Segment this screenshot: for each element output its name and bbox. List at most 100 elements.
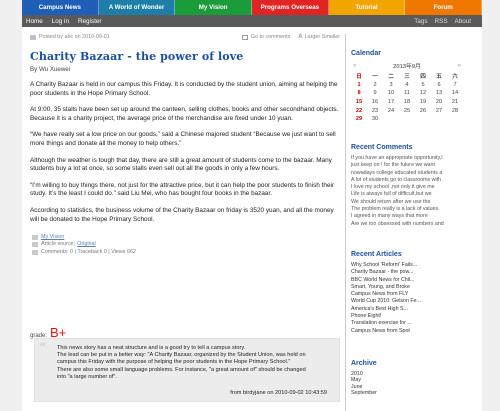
calendar-day[interactable]: 13 [431,89,447,98]
calendar-day[interactable]: 6 [431,81,447,90]
posted-by: Posted by abc on 2010-09-01 [39,34,110,40]
post-source-info: My Vision Article source: Original Comme… [30,234,340,256]
archive-list: 2010 May June September [351,371,377,397]
print-icon[interactable] [241,34,248,40]
calendar-day[interactable]: 12 [415,89,431,98]
post-title[interactable]: Charity Bazaar - the power of love [30,50,340,63]
recent-comment-link[interactable]: I love my school ,not only it give me [351,184,444,191]
calendar-day[interactable]: 15 [351,98,367,107]
calendar-day[interactable]: 10 [383,89,399,98]
calendar-day[interactable]: 14 [447,89,463,98]
category-link[interactable]: My Vision [41,234,64,241]
top-nav-tab[interactable]: Forum [405,0,482,15]
recent-comment-link[interactable]: If you have an appropriate opportunity,I [351,155,444,162]
nav-rss-link[interactable]: RSS [435,18,448,25]
recent-article-link[interactable]: Why School 'Reform' Fails... [351,262,421,269]
recent-article-link[interactable]: BBC World News for Chil... [351,277,421,284]
recent-article-link[interactable]: Campus News from Spot [351,328,421,335]
calendar-next-button[interactable]: » [458,63,461,69]
category-icon [32,235,38,241]
calendar-day[interactable]: 5 [415,81,431,90]
recent-article-link[interactable]: Smart, Young, and Broke [351,284,421,291]
calendar-day[interactable]: 17 [383,98,399,107]
recent-comment-link[interactable]: I agreed in many ways that more [351,213,444,220]
goto-comments-link[interactable]: Go to comments [251,34,291,40]
top-nav-tab[interactable]: A World of Wonder [98,0,176,15]
nav-tags-link[interactable]: Tags [414,18,427,25]
calendar-day[interactable]: 28 [447,106,463,115]
comment-line: The lead can be put in a better way: "A … [57,352,306,359]
calendar-day [415,115,431,124]
calendar-day[interactable]: 19 [415,98,431,107]
calendar-day[interactable]: 16 [367,98,383,107]
recent-articles-list: Why School 'Reform' Fails... Charity Baza… [351,262,421,335]
calendar-weekday: 日 [356,74,362,81]
calendar-weekday: 二 [388,74,394,81]
nav-register-link[interactable]: Register [78,18,101,25]
post-stats: Comments: 0 | Traceback 0 | Views 662 [41,248,136,255]
calendar-day[interactable]: 7 [447,81,463,90]
top-nav-tab[interactable]: Tutorial [328,0,406,15]
calendar-day [399,115,415,124]
calendar-day[interactable]: 27 [431,106,447,115]
calendar-day[interactable]: 20 [431,98,447,107]
main-content: Posted by abc on 2010-09-01 Go to commen… [30,34,340,402]
recent-comments-section: Recent Comments If you have an appropria… [351,144,444,228]
calendar-weekday: 一 [372,74,378,81]
nav-home-link[interactable]: Home [26,18,43,25]
calendar-day[interactable]: 24 [383,106,399,115]
recent-comment-link[interactable]: We should return after we use the [351,199,444,206]
post-body: A Charity Bazaar is held in our campus t… [30,81,340,224]
recent-article-link[interactable]: Translation exercise for ... [351,320,421,327]
calendar-day[interactable]: 21 [447,98,463,107]
calendar-day[interactable]: 8 [351,89,367,98]
calendar-day[interactable]: 9 [367,89,383,98]
post-meta: Posted by abc on 2010-09-01 Go to commen… [30,34,340,44]
calendar-day[interactable]: 22 [351,106,367,115]
recent-comment-link[interactable]: nowadays college educated students a [351,170,444,177]
calendar-heading: Calendar [351,50,381,57]
calendar-weekday: 四 [420,74,426,81]
recent-comment-link[interactable]: A lot of students go to classrooms with [351,177,444,184]
top-nav-tab[interactable]: Campus News [22,0,99,15]
recent-comment-link[interactable]: The problem really is a lack of values. [351,206,444,213]
top-nav: Campus News A World of Wonder My Vision Pro… [22,0,482,15]
paragraph: “I’m willing to buy things there, not ju… [30,181,335,198]
calendar-day[interactable]: 4 [399,81,415,90]
recent-article-link[interactable]: Charity Bazaar - the pow... [351,269,421,276]
article-source-link[interactable]: Original [77,241,96,248]
calendar-day[interactable]: 1 [351,81,367,90]
recent-article-link[interactable]: America's Best High S... [351,306,421,313]
recent-comment-link[interactable]: just keep on ! for the future we want [351,162,444,169]
nav-about-link[interactable]: About [455,18,471,25]
recent-articles-section: Recent Articles Why School 'Reform' Fail… [351,251,421,335]
top-nav-tab[interactable]: My Vision [175,0,253,15]
nav-login-link[interactable]: Log in [52,18,69,25]
recent-article-link[interactable]: World Cup 2010: Gelson Fe... [351,298,421,305]
calendar-day[interactable]: 25 [399,106,415,115]
recent-article-link[interactable]: Phone Eight! [351,313,421,320]
paragraph: Although the weather is tough that day, … [30,156,332,173]
recent-comments-heading: Recent Comments [351,144,413,151]
paragraph: According to statistics, the business vo… [30,206,334,223]
calendar-prev-button[interactable]: « [353,63,356,69]
font-size-controls[interactable]: Larger Smaller [305,34,340,40]
recent-article-link[interactable]: Campus News from FLY [351,291,421,298]
calendar-day[interactable]: 29 [351,115,367,124]
calendar-day[interactable]: 11 [399,89,415,98]
calendar-month: 2013年9月 [393,64,421,70]
recent-comment-link[interactable]: Life is always full of difficult,but we [351,191,444,198]
calendar-day[interactable]: 30 [367,115,383,124]
calendar-day[interactable]: 23 [367,106,383,115]
calendar-weekday: 五 [436,74,442,81]
top-nav-tab[interactable]: Programs Overseas [252,0,329,15]
page: Campus News A World of Wonder My Vision Pro… [22,0,482,411]
recent-comment-link[interactable]: Are we too obsessed with numbers and [351,221,444,228]
paragraph: A Charity Bazaar is held in our campus t… [30,81,338,97]
calendar-day[interactable]: 3 [383,81,399,90]
archive-link[interactable]: September [351,390,377,396]
calendar-day[interactable]: 26 [415,106,431,115]
calendar-day [431,115,447,124]
calendar-day[interactable]: 18 [399,98,415,107]
calendar-day[interactable]: 2 [367,81,383,90]
